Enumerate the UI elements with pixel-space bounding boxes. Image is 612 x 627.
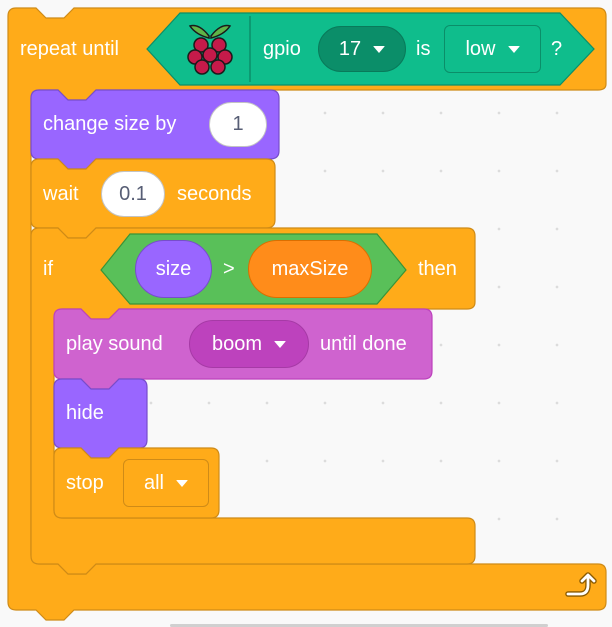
wait-duration-input[interactable]: 0.1 (101, 171, 165, 217)
gpio-state-value: low (465, 37, 496, 60)
play-sound-label: play sound (66, 333, 163, 355)
wait-seconds-label: seconds (177, 183, 252, 205)
chevron-down-icon (176, 479, 188, 487)
change-size-input[interactable]: 1 (209, 102, 267, 147)
sound-dropdown[interactable]: boom (189, 320, 309, 368)
gpio-pin-dropdown[interactable]: 17 (318, 26, 406, 72)
maxsize-variable-reporter[interactable]: maxSize (248, 240, 372, 298)
if-label: if (43, 258, 53, 280)
stop-label: stop (66, 472, 104, 494)
chevron-down-icon (373, 45, 386, 53)
stop-option-value: all (143, 471, 164, 494)
gpio-state-dropdown[interactable]: low (444, 25, 541, 73)
chevron-down-icon (507, 45, 520, 53)
repeat-until-label: repeat until (20, 38, 119, 60)
change-size-label: change size by (43, 113, 177, 135)
until-done-label: until done (320, 333, 407, 355)
hide-label: hide (66, 402, 104, 424)
question-label: ? (551, 38, 563, 60)
wait-label: wait (43, 183, 79, 205)
sound-value: boom (211, 332, 263, 355)
is-label: is (416, 38, 431, 60)
size-reporter[interactable]: size (135, 240, 212, 298)
then-label: then (418, 258, 457, 280)
gpio-label: gpio (263, 38, 301, 60)
greater-than-symbol: > (223, 258, 235, 280)
stop-option-dropdown[interactable]: all (123, 459, 209, 507)
gpio-pin-value: 17 (338, 37, 362, 60)
chevron-down-icon (274, 340, 287, 348)
